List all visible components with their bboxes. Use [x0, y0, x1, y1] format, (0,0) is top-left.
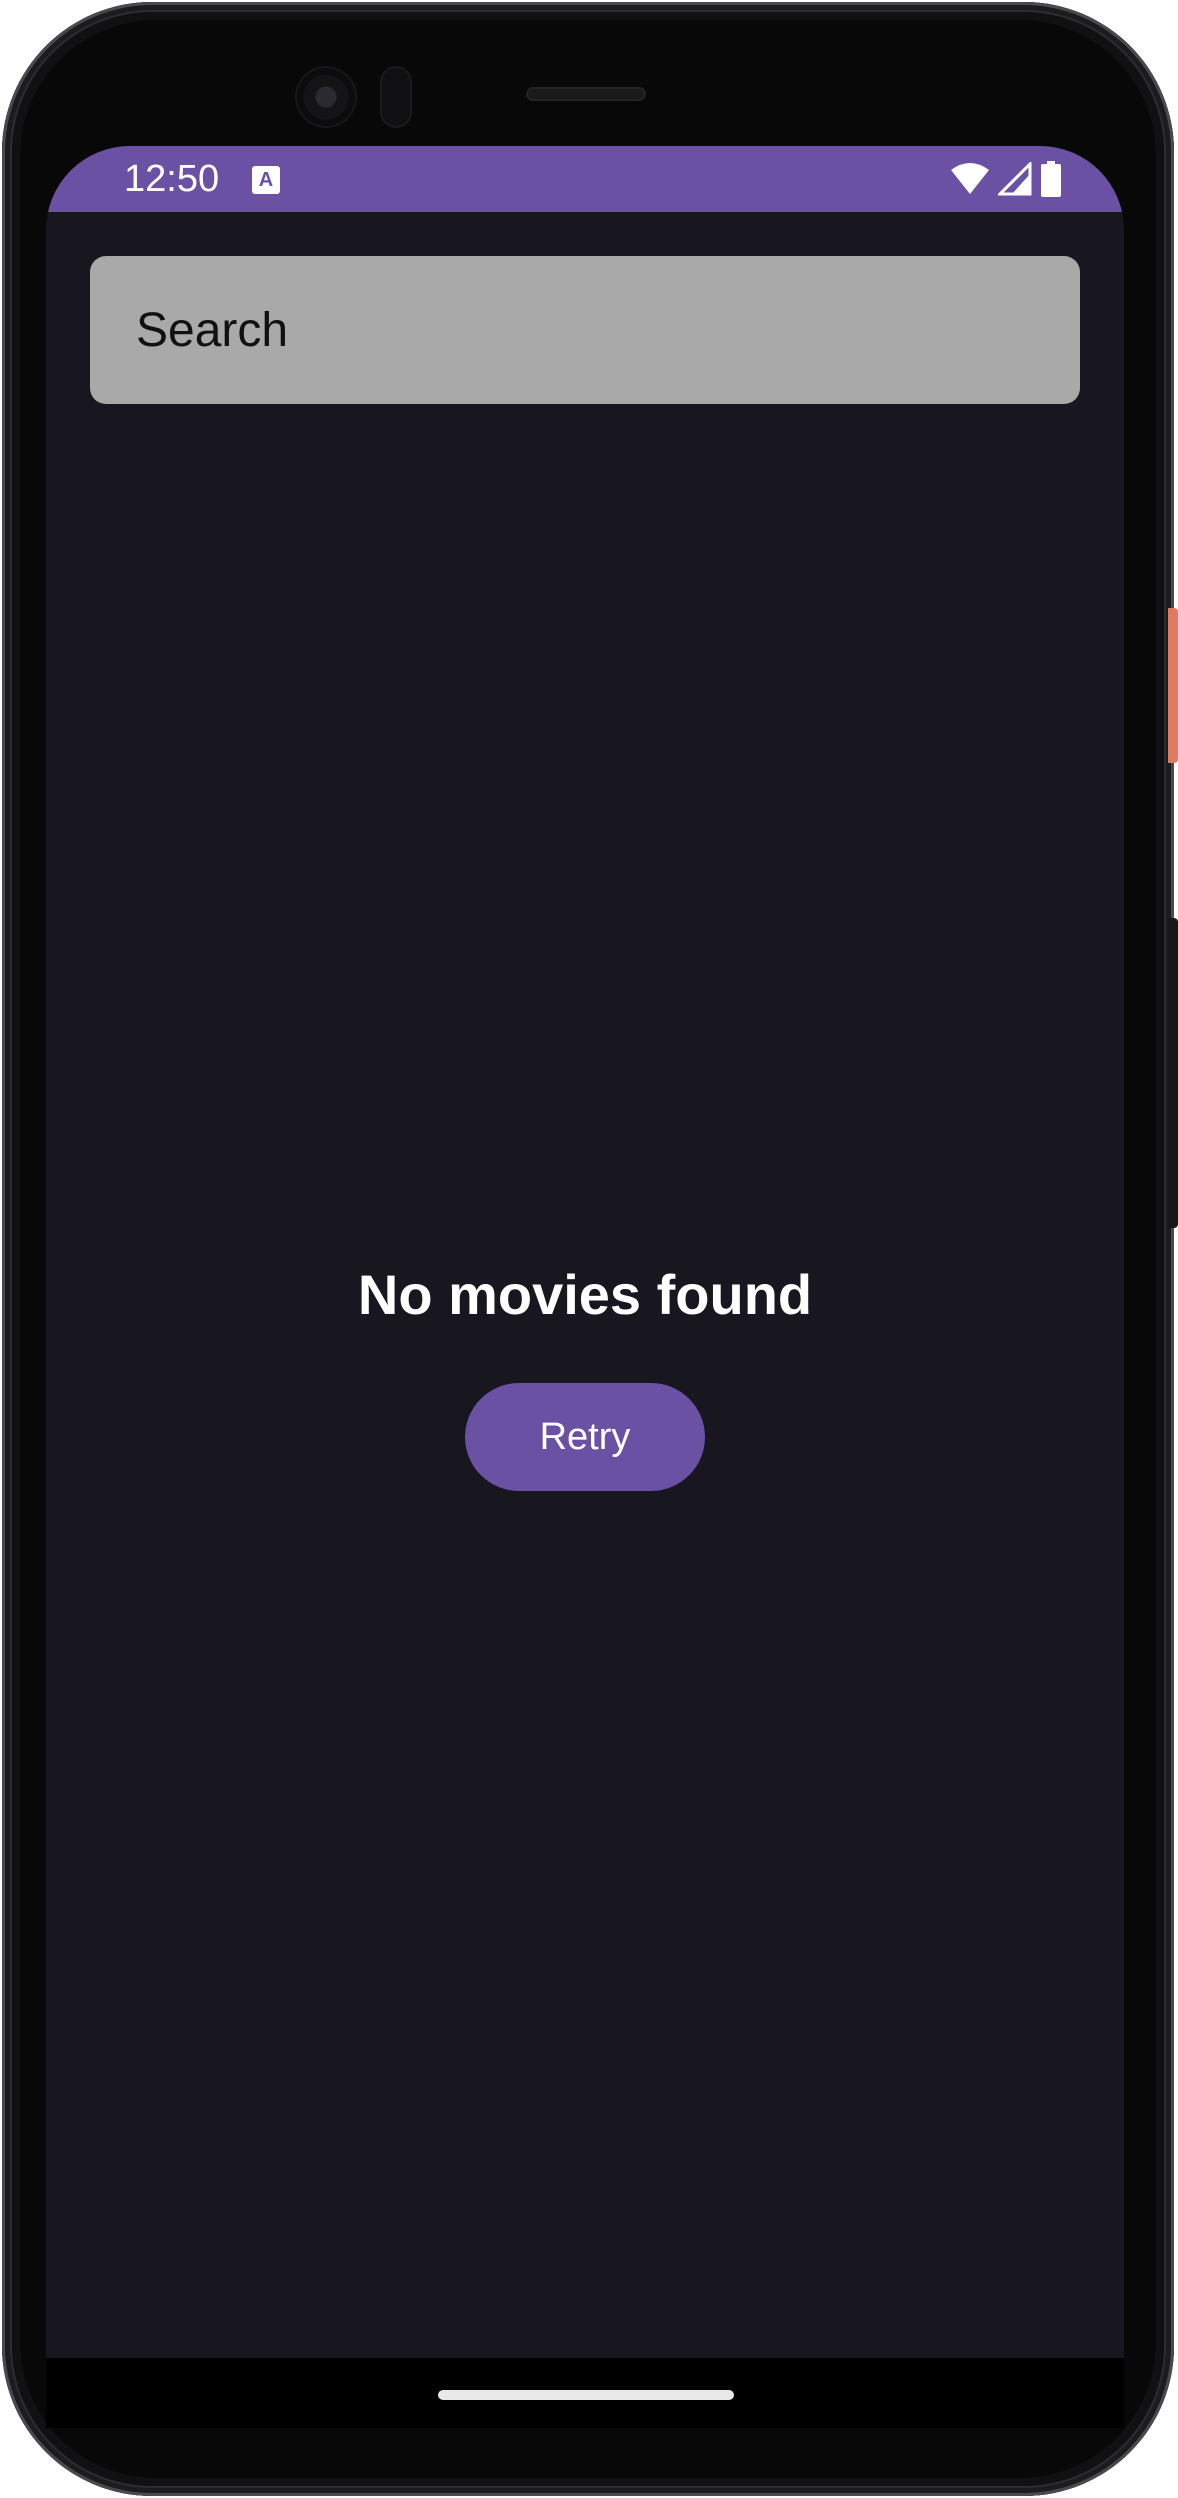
- proximity-sensor: [380, 66, 412, 128]
- battery-icon: [1041, 161, 1061, 197]
- power-button[interactable]: [1168, 608, 1178, 763]
- empty-state-message: No movies found: [357, 1263, 813, 1326]
- status-icons: [950, 160, 1062, 198]
- status-bar: 12:50 A: [46, 146, 1124, 212]
- app-screen: 12:50 A No movies found Retry: [46, 146, 1124, 2416]
- home-gesture-handle[interactable]: [438, 2390, 734, 2400]
- cellular-signal-icon: [998, 162, 1032, 196]
- front-camera: [297, 68, 355, 126]
- status-time: 12:50: [124, 158, 220, 200]
- volume-rocker[interactable]: [1168, 918, 1178, 1228]
- earpiece-speaker: [526, 87, 646, 101]
- phone-device: 12:50 A No movies found Retry: [0, 0, 1178, 2498]
- search-input[interactable]: [134, 301, 1036, 359]
- search-field[interactable]: [90, 256, 1080, 404]
- wifi-icon: [951, 163, 989, 194]
- text-input-method-icon: A: [252, 166, 280, 194]
- retry-button[interactable]: Retry: [465, 1383, 705, 1491]
- gesture-navigation-bar: [46, 2358, 1124, 2428]
